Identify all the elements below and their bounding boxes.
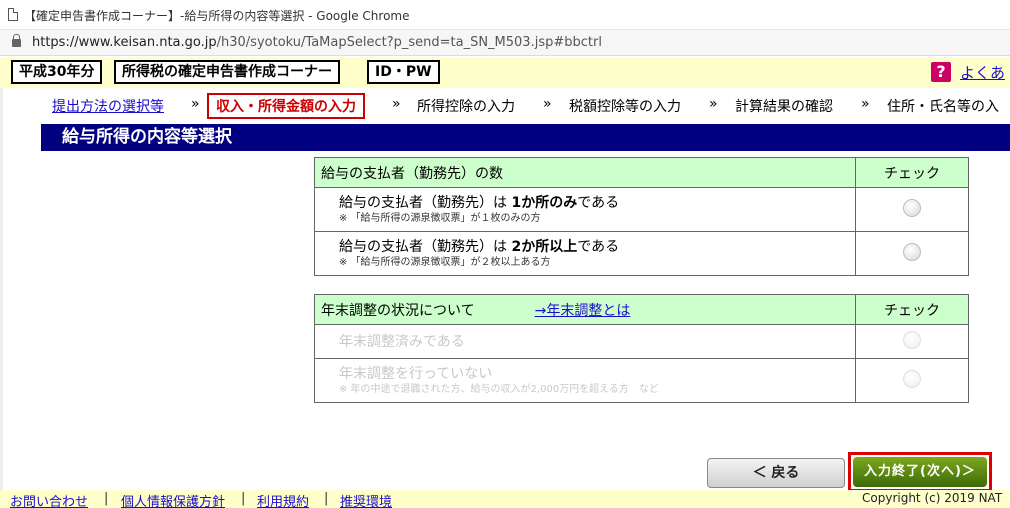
option-text: である — [577, 238, 620, 255]
step-separator: » — [861, 96, 870, 112]
window-title: 【確定申告書作成コーナー】-給与所得の内容等選択 - Google Chrome — [24, 9, 410, 23]
radio-one-employer[interactable] — [903, 198, 921, 217]
option-text: 年末調整を行っていない — [339, 365, 493, 382]
page-icon — [8, 8, 18, 21]
option-note: ※ 年の中途で退職された方、給与の収入が2,000万円を超える方 など — [339, 383, 659, 395]
corner-label: 所得税の確定申告書作成コーナー — [114, 60, 340, 84]
option-not-adjusted: 年末調整を行っていない ※ 年の中途で退職された方、給与の収入が2,000万円を… — [314, 358, 856, 403]
check-column-header: チェック — [855, 294, 969, 325]
header-text: 年末調整の状況について — [321, 302, 475, 319]
browser-titlebar: 【確定申告書作成コーナー】-給与所得の内容等選択 - Google Chrome — [0, 0, 1010, 30]
left-margin-line — [0, 88, 3, 490]
check-column-header: チェック — [855, 157, 969, 188]
step-deduction-input: 所得控除の入力 — [417, 99, 515, 115]
footer: お問い合わせ | 個人情報保護方針 | 利用規約 | 推奨環境 Copyrigh… — [0, 490, 1010, 508]
step-tax-credit-input: 税額控除等の入力 — [569, 99, 681, 115]
faq-link[interactable]: よくあ — [960, 62, 1005, 83]
step-separator: » — [392, 96, 401, 112]
option-text: 年末調整済みである — [339, 333, 465, 350]
table-row: 年末調整を行っていない ※ 年の中途で退職された方、給与の収入が2,000万円を… — [314, 358, 969, 403]
option-bold-text: 2か所以上 — [511, 238, 578, 255]
option-bold-text: 1か所のみ — [511, 194, 578, 211]
option-text: 給与の支払者（勤務先）は — [339, 238, 512, 255]
table-row: 給与の支払者（勤務先）は 1か所のみである ※ 「給与所得の源泉徴収票」が１枚の… — [314, 187, 969, 232]
help-icon[interactable]: ? — [931, 62, 951, 82]
option-multiple-employers: 給与の支払者（勤務先）は 2か所以上である ※ 「給与所得の源泉徴収票」が２枚以… — [314, 231, 856, 276]
step-navigation: 提出方法の選択等 » 収入・所得金額の入力 » 所得控除の入力 » 税額控除等の… — [0, 90, 1010, 122]
radio-not-adjusted-disabled — [903, 369, 921, 388]
id-pw-label: ID・PW — [367, 60, 440, 84]
option-one-employer: 給与の支払者（勤務先）は 1か所のみである ※ 「給与所得の源泉徴収票」が１枚の… — [314, 187, 856, 232]
footer-link-terms[interactable]: 利用規約 — [257, 491, 309, 508]
employer-count-header: 給与の支払者（勤務先）の数 — [314, 157, 856, 188]
lock-icon — [12, 34, 21, 47]
table-row: 年末調整済みである — [314, 324, 969, 359]
site-header: 平成30年分 所得税の確定申告書作成コーナー ID・PW ? よくあ — [0, 57, 1010, 88]
option-text: 給与の支払者（勤務先）は — [339, 194, 512, 211]
option-text: である — [577, 194, 620, 211]
year-end-adjustment-table: 年末調整の状況について →年末調整とは チェック 年末調整済みである 年末調整を行… — [314, 294, 969, 403]
step-separator: » — [543, 96, 552, 112]
year-end-adjustment-header: 年末調整の状況について →年末調整とは — [314, 294, 856, 325]
url-path: /h30/syotoku/TaMapSelect?p_send=ta_SN_M5… — [216, 35, 602, 50]
step-address-name: 住所・氏名等の入 — [887, 99, 999, 115]
next-button[interactable]: 入力終了(次へ)＞ — [853, 457, 987, 487]
footer-separator: | — [241, 491, 246, 506]
footer-link-contact[interactable]: お問い合わせ — [10, 491, 88, 508]
step-submission-method[interactable]: 提出方法の選択等 — [52, 96, 164, 116]
step-separator: » — [709, 96, 718, 112]
step-income-input-current: 収入・所得金額の入力 — [207, 93, 365, 119]
table-row: 給与の支払者（勤務先）は 2か所以上である ※ 「給与所得の源泉徴収票」が２枚以… — [314, 231, 969, 276]
step-result-check: 計算結果の確認 — [735, 99, 833, 115]
employer-count-table: 給与の支払者（勤務先）の数 チェック 給与の支払者（勤務先）は 1か所のみである… — [314, 157, 969, 276]
year-label: 平成30年分 — [11, 60, 103, 84]
option-note: ※ 「給与所得の源泉徴収票」が１枚のみの方 — [339, 212, 541, 224]
footer-separator: | — [324, 491, 329, 506]
url-host: https://www.keisan.nta.go.jp — [32, 35, 217, 50]
footer-separator: | — [104, 491, 109, 506]
radio-multiple-employers[interactable] — [903, 242, 921, 261]
footer-link-privacy[interactable]: 個人情報保護方針 — [121, 491, 225, 508]
step-separator: » — [191, 96, 200, 112]
address-bar[interactable]: https://www.keisan.nta.go.jp/h30/syotoku… — [0, 30, 1010, 56]
footer-link-environment[interactable]: 推奨環境 — [340, 491, 392, 508]
radio-adjusted-disabled — [903, 330, 921, 349]
copyright: Copyright (c) 2019 NAT — [862, 491, 1003, 505]
back-button[interactable]: ＜ 戻る — [707, 458, 845, 488]
page-title: 給与所得の内容等選択 — [41, 124, 1010, 151]
option-adjusted: 年末調整済みである — [314, 324, 856, 359]
option-note: ※ 「給与所得の源泉徴収票」が２枚以上ある方 — [339, 256, 551, 268]
url-text[interactable]: https://www.keisan.nta.go.jp/h30/syotoku… — [32, 35, 602, 50]
year-end-adjustment-link[interactable]: →年末調整とは — [535, 303, 631, 319]
